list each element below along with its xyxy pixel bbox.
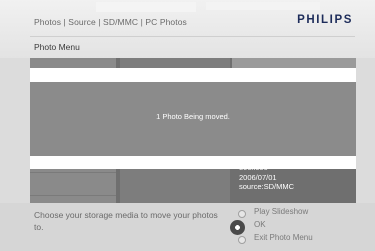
instruction-text: Choose your storage media to move your p… [34, 210, 218, 232]
dialog-top-border [30, 68, 356, 82]
breadcrumb: Photos | Source | SD/MMC | PC Photos [34, 17, 187, 27]
submenu-tab[interactable] [96, 2, 196, 12]
screen: Photos | Source | SD/MMC | PC Photos PHI… [0, 0, 375, 251]
list-item[interactable] [30, 173, 116, 196]
brand-logo: PHILIPS [297, 14, 353, 26]
header-divider [30, 36, 355, 37]
option-label: OK [254, 220, 266, 229]
ok-option[interactable]: OK [230, 220, 313, 235]
progress-dialog: 1 Photo Being moved. [30, 82, 356, 156]
photo-source: source:SD/MMC [239, 182, 295, 191]
photo-thumbnail [206, 2, 320, 10]
footer: Choose your storage media to move your p… [0, 203, 375, 251]
dialog-bottom-border [30, 156, 356, 169]
option-label: Exit Photo Menu [254, 233, 313, 242]
footer-options: Play Slideshow OK Exit Photo Menu [230, 207, 313, 246]
option-label: Play Slideshow [254, 207, 309, 216]
page-title: Photo Menu [34, 42, 80, 52]
photo-date: 2006/07/01 [239, 172, 277, 182]
radio-icon [238, 210, 246, 218]
photo-thumbnail-area [232, 58, 356, 68]
play-slideshow-option[interactable]: Play Slideshow [234, 207, 313, 220]
exit-photo-menu-option[interactable]: Exit Photo Menu [234, 233, 313, 246]
dialog-message: 1 Photo Being moved. [156, 112, 230, 121]
radio-icon [238, 236, 246, 244]
